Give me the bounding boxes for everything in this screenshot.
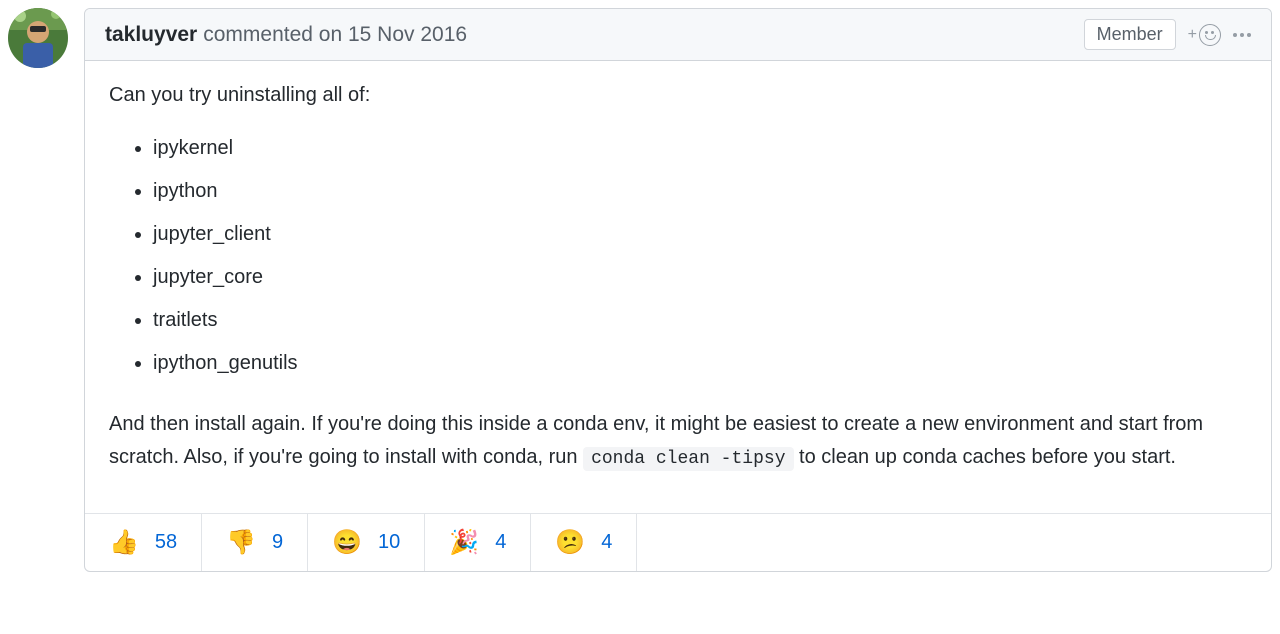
list-item: ipython_genutils bbox=[153, 347, 1247, 380]
reactions-bar: 👍 58 👎 9 😄 10 🎉 4 😕 4 bbox=[85, 513, 1271, 571]
author-link[interactable]: takluyver bbox=[105, 23, 197, 47]
thumbs-down-icon: 👎 bbox=[226, 528, 256, 557]
comment-box: takluyver commented on 15 Nov 2016 Membe… bbox=[84, 8, 1272, 572]
reaction-count: 4 bbox=[601, 531, 612, 554]
confused-icon: 😕 bbox=[555, 528, 585, 557]
list-item: jupyter_core bbox=[153, 261, 1247, 294]
plus-icon: + bbox=[1188, 26, 1197, 44]
laugh-icon: 😄 bbox=[332, 528, 362, 557]
outro-text: And then install again. If you're doing … bbox=[109, 408, 1247, 475]
reaction-thumbs-up[interactable]: 👍 58 bbox=[85, 514, 202, 571]
dots-icon bbox=[1233, 33, 1251, 37]
reaction-confused[interactable]: 😕 4 bbox=[531, 514, 637, 571]
reaction-thumbs-down[interactable]: 👎 9 bbox=[202, 514, 308, 571]
reaction-count: 58 bbox=[155, 531, 177, 554]
comment-timestamp[interactable]: commented on 15 Nov 2016 bbox=[203, 23, 467, 47]
reaction-count: 10 bbox=[378, 531, 400, 554]
reaction-count: 4 bbox=[495, 531, 506, 554]
comment-container: takluyver commented on 15 Nov 2016 Membe… bbox=[8, 8, 1272, 572]
list-item: jupyter_client bbox=[153, 218, 1247, 251]
kebab-menu-button[interactable] bbox=[1233, 33, 1251, 37]
comment-attribution: takluyver commented on 15 Nov 2016 bbox=[105, 23, 467, 47]
thumbs-up-icon: 👍 bbox=[109, 528, 139, 557]
reaction-count: 9 bbox=[272, 531, 283, 554]
package-list: ipykernel ipython jupyter_client jupyter… bbox=[109, 132, 1247, 380]
add-reaction-button[interactable]: + bbox=[1188, 24, 1221, 46]
intro-text: Can you try uninstalling all of: bbox=[109, 79, 1247, 112]
inline-code: conda clean -tipsy bbox=[583, 447, 793, 471]
avatar[interactable] bbox=[8, 8, 68, 68]
smiley-icon bbox=[1199, 24, 1221, 46]
reaction-laugh[interactable]: 😄 10 bbox=[308, 514, 425, 571]
comment-actions: Member + bbox=[1084, 19, 1251, 50]
comment-body: Can you try uninstalling all of: ipykern… bbox=[85, 61, 1271, 513]
list-item: ipython bbox=[153, 175, 1247, 208]
reaction-hooray[interactable]: 🎉 4 bbox=[425, 514, 531, 571]
list-item: ipykernel bbox=[153, 132, 1247, 165]
member-badge: Member bbox=[1084, 19, 1176, 50]
hooray-icon: 🎉 bbox=[449, 528, 479, 557]
comment-header: takluyver commented on 15 Nov 2016 Membe… bbox=[85, 9, 1271, 61]
list-item: traitlets bbox=[153, 304, 1247, 337]
